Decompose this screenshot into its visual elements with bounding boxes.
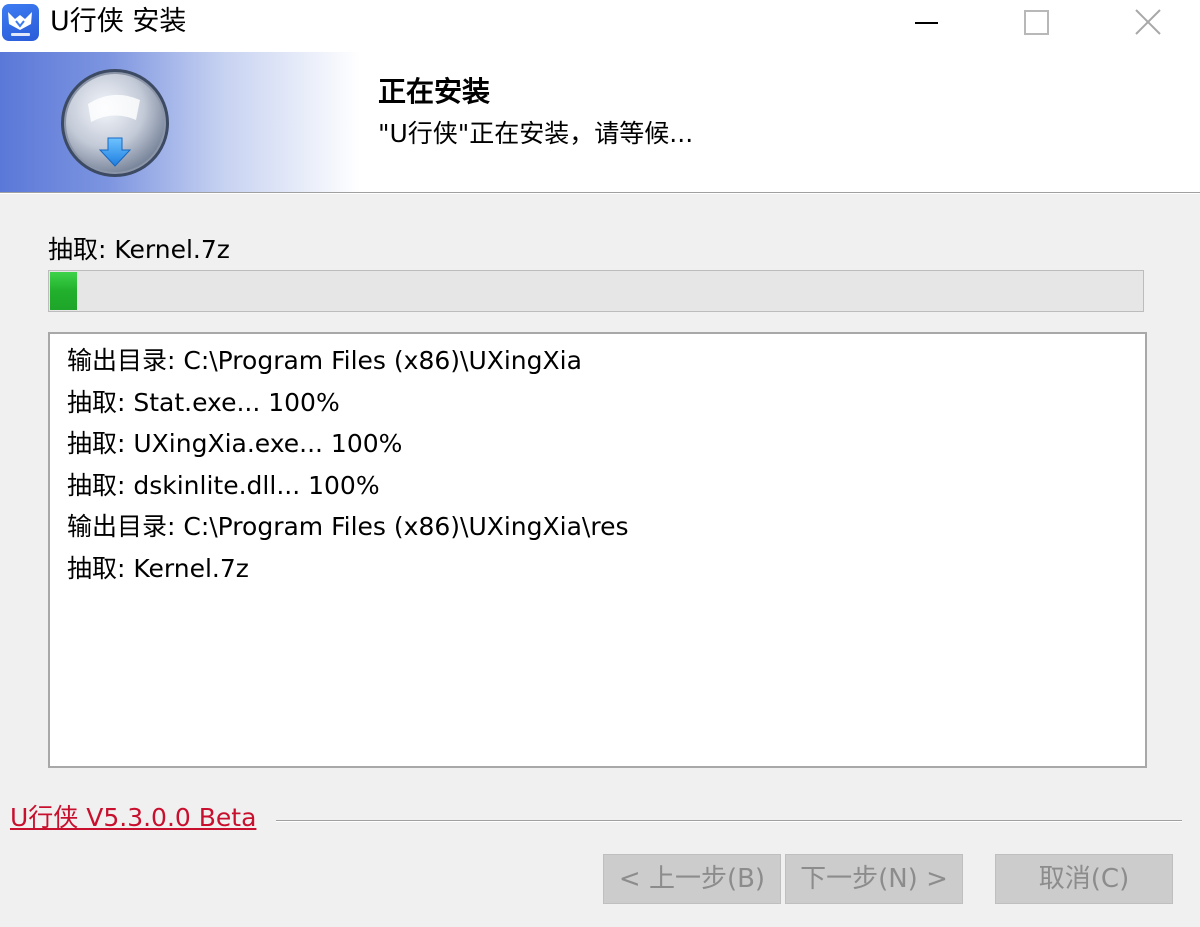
current-action-label: 抽取: Kernel.7z bbox=[48, 235, 230, 264]
app-logo-icon bbox=[2, 4, 39, 41]
minimize-icon bbox=[915, 22, 938, 24]
installer-disc-icon bbox=[58, 66, 172, 180]
page-title: 正在安装 bbox=[378, 75, 491, 108]
page-subtitle: "U行侠"正在安装，请等候... bbox=[378, 119, 694, 148]
close-button[interactable] bbox=[1113, 0, 1183, 46]
maximize-button bbox=[1002, 0, 1072, 46]
log-line: 抽取: UXingXia.exe... 100% bbox=[67, 429, 403, 458]
header-divider bbox=[0, 192, 1200, 194]
log-line: 抽取: Stat.exe... 100% bbox=[67, 387, 340, 417]
back-button[interactable]: < 上一步(B) bbox=[603, 854, 781, 904]
header-banner: 正在安装 "U行侠"正在安装，请等候... bbox=[0, 52, 1200, 192]
header-gradient bbox=[0, 52, 360, 192]
install-progress-bar bbox=[48, 270, 1144, 312]
next-button[interactable]: 下一步(N) > bbox=[785, 854, 963, 904]
footer-divider bbox=[276, 820, 1182, 822]
window-title: U行侠 安装 bbox=[50, 6, 187, 37]
installer-window: U行侠 安装 正在安装 "U行侠"正在安装，请等候... 抽取: Kernel.… bbox=[0, 0, 1200, 927]
close-icon bbox=[1135, 9, 1161, 35]
log-line: 输出目录: C:\Program Files (x86)\UXingXia bbox=[67, 346, 582, 375]
brand-version-link[interactable]: U行侠 V5.3.0.0 Beta bbox=[10, 800, 256, 836]
cancel-button[interactable]: 取消(C) bbox=[995, 854, 1173, 904]
maximize-icon bbox=[1024, 10, 1049, 35]
minimize-button[interactable] bbox=[892, 0, 962, 46]
log-line: 抽取: Kernel.7z bbox=[67, 553, 249, 583]
title-bar: U行侠 安装 bbox=[0, 0, 1200, 52]
log-line: 输出目录: C:\Program Files (x86)\UXingXia\re… bbox=[67, 512, 629, 541]
install-log-list[interactable]: 输出目录: C:\Program Files (x86)\UXingXia 抽取… bbox=[48, 332, 1147, 768]
progress-fill bbox=[50, 272, 77, 310]
log-line: 抽取: dskinlite.dll... 100% bbox=[67, 470, 380, 500]
